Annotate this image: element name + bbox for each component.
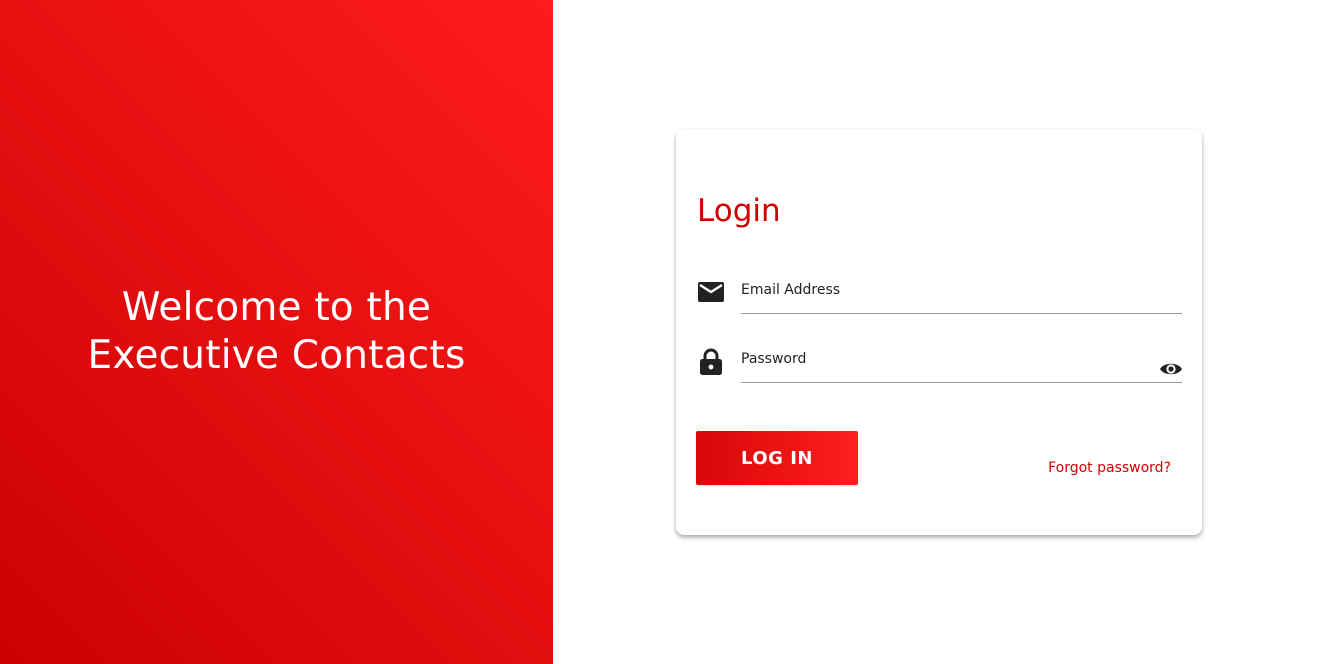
forgot-password-link[interactable]: Forgot password?	[1048, 460, 1171, 476]
email-input[interactable]	[741, 276, 1182, 312]
welcome-heading: Welcome to the Executive Contacts	[87, 285, 466, 378]
eye-icon[interactable]	[1158, 359, 1184, 379]
mail-icon	[696, 278, 726, 308]
password-input[interactable]	[741, 345, 1182, 381]
login-page: Welcome to the Executive Contacts Login …	[0, 0, 1326, 664]
password-field: Password	[696, 345, 1182, 385]
login-button[interactable]: LOG IN	[696, 431, 858, 485]
lock-icon	[696, 347, 726, 377]
email-underline	[741, 313, 1182, 314]
password-underline	[741, 382, 1182, 383]
login-card: Login Email Address Password LOG IN Forg…	[676, 129, 1202, 535]
welcome-panel: Welcome to the Executive Contacts	[0, 0, 553, 664]
login-title: Login	[697, 193, 781, 229]
email-field: Email Address	[696, 276, 1182, 316]
